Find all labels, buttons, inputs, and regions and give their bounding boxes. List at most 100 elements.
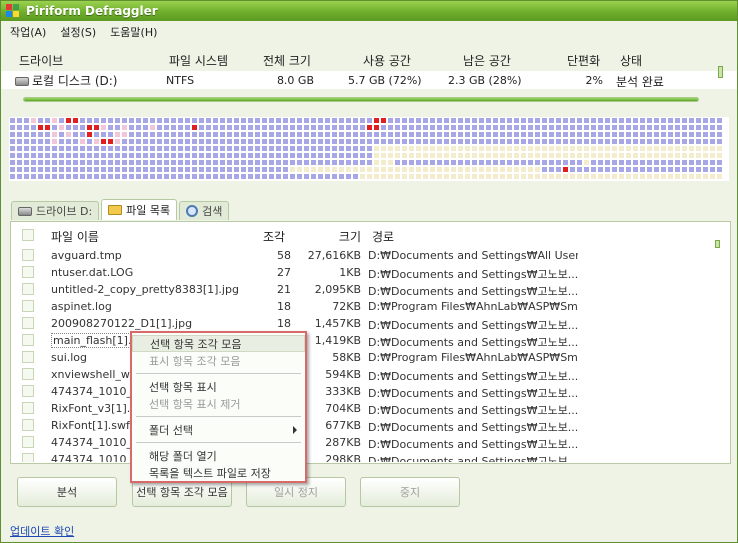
file-row-checkbox[interactable] xyxy=(22,334,34,346)
col-fragmentation[interactable]: 단편화 xyxy=(567,52,600,69)
menu-settings[interactable]: 설정(S) xyxy=(60,24,96,40)
drive-map-block xyxy=(226,166,233,173)
col-total-size[interactable]: 전체 크기 xyxy=(263,52,311,69)
analysis-progress-fill xyxy=(24,98,698,101)
menu-action[interactable]: 작업(A) xyxy=(10,24,46,40)
check-updates-link[interactable]: 업데이트 확인 xyxy=(10,523,74,539)
ctx-uncheck-selected[interactable]: 선택 항목 표시 제거 xyxy=(132,395,305,412)
drive-map-block xyxy=(569,166,576,173)
drive-map-block xyxy=(65,173,72,180)
file-row-checkbox[interactable] xyxy=(22,402,34,414)
drive-map-block xyxy=(177,145,184,152)
file-row-checkbox[interactable] xyxy=(22,300,34,312)
file-row[interactable]: 474374_1010_3 287KB D:₩Documents and Setti… xyxy=(11,434,711,451)
drive-map-block xyxy=(646,117,653,124)
drive-map-block xyxy=(44,145,51,152)
file-row[interactable]: 474374_1010_4 333KB D:₩Documents and Setti… xyxy=(11,383,711,400)
file-row[interactable]: RixFont_v3[1].s 704KB D:₩Documents and Set… xyxy=(11,400,711,417)
drive-map-block xyxy=(86,166,93,173)
drive-map-block xyxy=(16,159,23,166)
col-free-space[interactable]: 남은 공간 xyxy=(463,52,511,69)
file-row-checkbox[interactable] xyxy=(22,317,34,329)
file-row[interactable]: 200908270122_D1[1].jpg 18 1,457KB D:₩Docume… xyxy=(11,315,711,332)
file-path: D:₩Documents and Settings₩고노보... xyxy=(368,336,578,349)
context-menu: 선택 항목 조각 모음 표시 항목 조각 모음선택 항목 표시 선택 항목 표시 제… xyxy=(130,331,307,483)
drive-map[interactable] xyxy=(9,117,729,181)
drive-map-block xyxy=(653,124,660,131)
col-file-name[interactable]: 파일 이름 xyxy=(51,228,99,245)
col-fragments[interactable]: 조각 xyxy=(263,228,285,245)
drive-map-block xyxy=(380,117,387,124)
drive-map-block xyxy=(303,173,310,180)
file-row-checkbox[interactable] xyxy=(22,453,34,462)
drive-map-block xyxy=(387,138,394,145)
drive-map-block xyxy=(646,173,653,180)
col-size[interactable]: 크기 xyxy=(331,228,361,245)
tab-drive[interactable]: 드라이브 D: xyxy=(11,201,100,220)
select-all-checkbox[interactable] xyxy=(22,229,34,241)
file-row-checkbox[interactable] xyxy=(22,436,34,448)
col-status[interactable]: 상태 xyxy=(620,52,642,69)
col-path[interactable]: 경로 xyxy=(372,228,394,245)
drive-map-block xyxy=(562,117,569,124)
tab-search-label: 검색 xyxy=(202,205,223,218)
file-row-checkbox[interactable] xyxy=(22,249,34,261)
drive-map-block xyxy=(93,117,100,124)
file-row[interactable]: ntuser.dat.LOG 27 1KB D:₩Documents and Sett… xyxy=(11,264,711,281)
drive-map-block xyxy=(702,152,709,159)
drive-map-block xyxy=(562,166,569,173)
col-filesystem[interactable]: 파일 시스템 xyxy=(169,52,228,69)
drive-map-block xyxy=(303,145,310,152)
file-row[interactable]: main_flash[1].swf 1,419KB D:₩Documents and… xyxy=(11,332,711,349)
drive-map-block xyxy=(128,131,135,138)
drive-total: 8.0 GB xyxy=(276,74,314,87)
menu-help[interactable]: 도움말(H) xyxy=(110,24,157,40)
drive-map-block xyxy=(667,124,674,131)
drive-map-block xyxy=(114,124,121,131)
drive-map-block xyxy=(149,145,156,152)
file-row[interactable]: 474374_1010_2 298KB D:₩Documents and Setti… xyxy=(11,451,711,462)
file-row[interactable]: aspinet.log 18 72KB D:₩Program Files₩AhnLab… xyxy=(11,298,711,315)
title-bar[interactable]: Piriform Defraggler xyxy=(1,1,737,21)
drive-map-block xyxy=(324,166,331,173)
drive-map-block xyxy=(212,138,219,145)
ctx-save-to-text[interactable]: 목록을 텍스트 파일로 저장 xyxy=(132,464,305,481)
ctx-check-selected[interactable]: 선택 항목 표시 xyxy=(132,378,305,395)
drive-row-d[interactable]: 로컬 디스크 (D:) NTFS 8.0 GB 5.7 GB (72%) 2.3… xyxy=(1,71,737,89)
search-icon xyxy=(186,205,199,217)
ctx-folder-select[interactable]: 폴더 선택 xyxy=(132,421,305,438)
file-row[interactable]: sui.log 58KB D:₩Program Files₩AhnLab₩ASP₩S… xyxy=(11,349,711,366)
file-list-scrollbar[interactable] xyxy=(715,240,720,248)
ctx-defrag-selected[interactable]: 선택 항목 조각 모음 xyxy=(132,335,305,352)
drive-map-block xyxy=(72,131,79,138)
drive-map-block xyxy=(100,131,107,138)
file-row[interactable]: avguard.tmp 58 27,616KB D:₩Documents and Se… xyxy=(11,247,711,264)
file-row[interactable]: untitled-2_copy_pretty8383[1].jpg 21 2,095… xyxy=(11,281,711,298)
file-row-checkbox[interactable] xyxy=(22,351,34,363)
stop-button[interactable]: 중지 xyxy=(360,477,460,507)
analyze-button[interactable]: 분석 xyxy=(17,477,117,507)
drive-map-block xyxy=(583,173,590,180)
file-row-checkbox[interactable] xyxy=(22,385,34,397)
drive-map-block xyxy=(268,145,275,152)
drive-icon xyxy=(18,206,32,216)
drive-map-block xyxy=(632,131,639,138)
tab-file-list[interactable]: 파일 목록 xyxy=(101,199,178,220)
drive-map-block xyxy=(541,173,548,180)
file-row[interactable]: xnviewshell_wal 594KB D:₩Documents and Set… xyxy=(11,366,711,383)
col-drive[interactable]: 드라이브 xyxy=(19,52,63,69)
ctx-open-folder[interactable]: 해당 폴더 열기 xyxy=(132,447,305,464)
drive-list-scrollbar[interactable] xyxy=(718,66,723,78)
col-used-space[interactable]: 사용 공간 xyxy=(363,52,411,69)
drive-map-block xyxy=(149,131,156,138)
file-row-checkbox[interactable] xyxy=(22,266,34,278)
tab-search[interactable]: 검색 xyxy=(179,201,230,220)
drive-map-block xyxy=(646,124,653,131)
drive-map-block xyxy=(590,138,597,145)
file-row-checkbox[interactable] xyxy=(22,368,34,380)
file-row-checkbox[interactable] xyxy=(22,419,34,431)
file-row[interactable]: RixFont[1].swf 677KB D:₩Documents and Sett… xyxy=(11,417,711,434)
file-row-checkbox[interactable] xyxy=(22,283,34,295)
ctx-defrag-checked[interactable]: 표시 항목 조각 모음 xyxy=(132,352,305,369)
drive-map-block xyxy=(86,131,93,138)
